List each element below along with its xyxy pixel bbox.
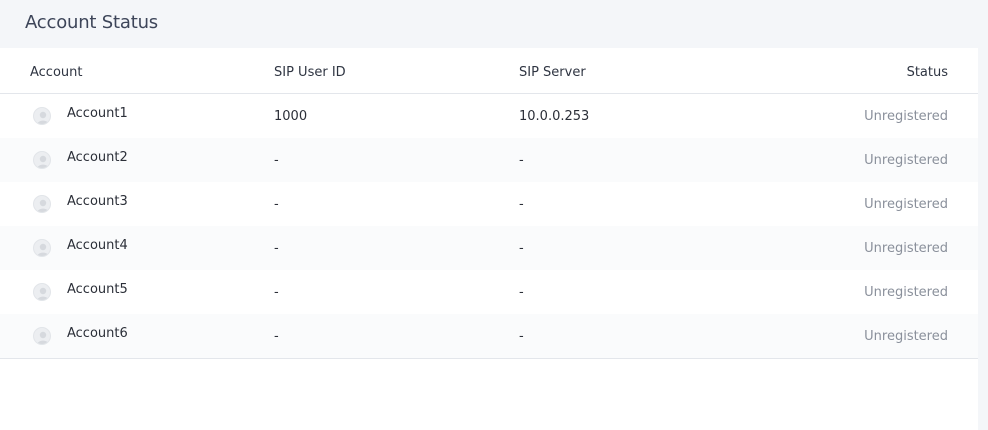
account-name: Account5 — [67, 282, 128, 297]
account-name: Account4 — [67, 238, 128, 253]
status-text: Unregistered — [864, 153, 948, 168]
table-row: Account1 1000 10.0.0.253 Unregistered — [0, 94, 978, 138]
status-text: Unregistered — [864, 241, 948, 256]
account-name: Account3 — [67, 194, 128, 209]
account-name: Account1 — [67, 106, 128, 121]
account-name: Account2 — [67, 150, 128, 165]
user-avatar-icon — [33, 107, 51, 125]
sip-server: - — [519, 241, 524, 256]
status-text: Unregistered — [864, 329, 948, 344]
scroll-gutter — [978, 0, 988, 430]
column-header-sip-server: SIP Server — [519, 65, 586, 80]
table-header: Account SIP User ID SIP Server Status — [0, 48, 978, 94]
table-row: Account6 - - Unregistered — [0, 314, 978, 359]
account-name: Account6 — [67, 326, 128, 341]
sip-user-id: - — [274, 153, 279, 168]
user-avatar-icon — [33, 195, 51, 213]
page-title: Account Status — [25, 12, 158, 33]
sip-user-id: - — [274, 329, 279, 344]
panel-header: Account Status — [0, 0, 988, 48]
sip-server: - — [519, 153, 524, 168]
column-header-account: Account — [30, 65, 83, 80]
status-text: Unregistered — [864, 109, 948, 124]
account-status-table: Account SIP User ID SIP Server Status Ac… — [0, 48, 978, 359]
table-row: Account3 - - Unregistered — [0, 182, 978, 226]
column-header-sip-user-id: SIP User ID — [274, 65, 346, 80]
sip-server: 10.0.0.253 — [519, 109, 590, 124]
sip-server: - — [519, 197, 524, 212]
sip-server: - — [519, 285, 524, 300]
status-text: Unregistered — [864, 197, 948, 212]
table-row: Account4 - - Unregistered — [0, 226, 978, 270]
table-row: Account5 - - Unregistered — [0, 270, 978, 314]
user-avatar-icon — [33, 283, 51, 301]
user-avatar-icon — [33, 239, 51, 257]
account-status-panel: Account SIP User ID SIP Server Status Ac… — [0, 48, 978, 430]
sip-user-id: - — [274, 197, 279, 212]
sip-user-id: 1000 — [274, 109, 308, 124]
sip-user-id: - — [274, 241, 279, 256]
sip-user-id: - — [274, 285, 279, 300]
user-avatar-icon — [33, 327, 51, 345]
status-text: Unregistered — [864, 285, 948, 300]
table-row: Account2 - - Unregistered — [0, 138, 978, 182]
column-header-status: Status — [906, 65, 948, 80]
sip-server: - — [519, 329, 524, 344]
user-avatar-icon — [33, 151, 51, 169]
